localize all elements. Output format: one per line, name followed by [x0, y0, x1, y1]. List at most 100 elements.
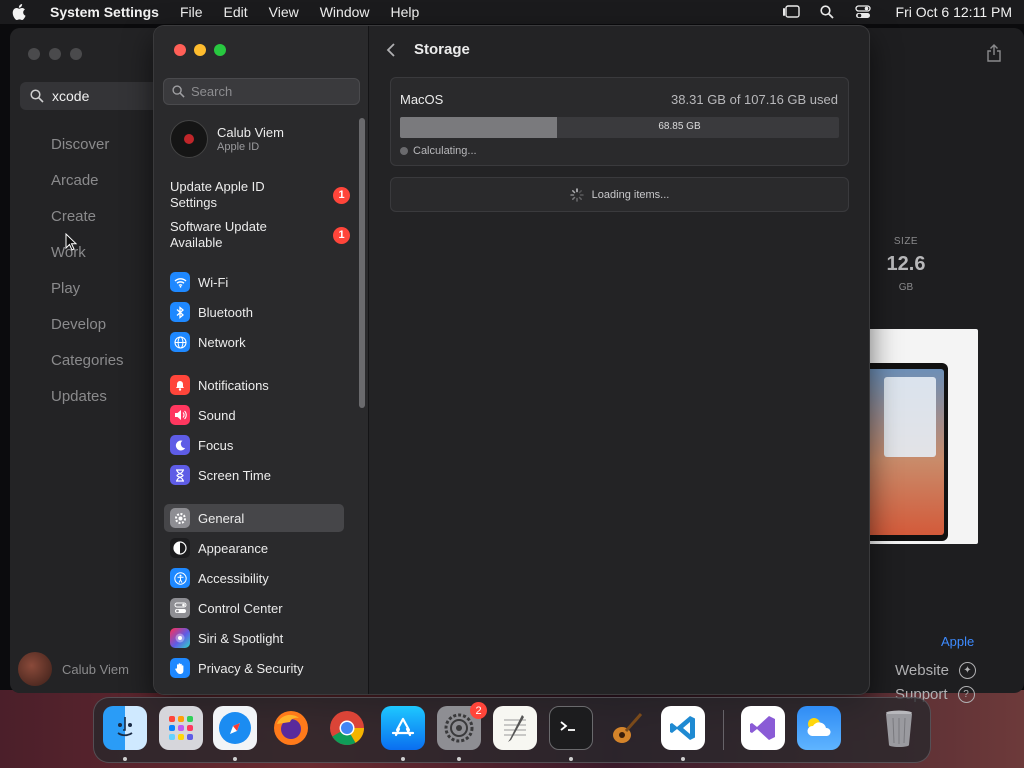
sidebar-item-wifi[interactable]: Wi-Fi	[164, 268, 344, 296]
sidebar-item-label: Screen Time	[198, 467, 271, 483]
apple-menu-icon[interactable]	[12, 4, 28, 20]
menu-clock[interactable]: Fri Oct 6 12:11 PM	[896, 4, 1012, 20]
sidebar-item-notifications[interactable]: Notifications	[164, 371, 344, 399]
visual-studio-icon	[750, 716, 775, 740]
sidebar-item-label: Accessibility	[198, 570, 269, 586]
dock-chrome[interactable]	[325, 706, 369, 750]
running-indicator	[123, 757, 127, 761]
question-icon: ?	[957, 686, 975, 703]
sidebar-item-accessibility[interactable]: Accessibility	[164, 564, 344, 592]
menu-app-name[interactable]: System Settings	[50, 4, 159, 20]
close-button[interactable]	[174, 44, 186, 56]
sidebar-item-bluetooth[interactable]: Bluetooth	[164, 298, 344, 326]
sidebar-item-screen-time[interactable]: Screen Time	[164, 461, 344, 489]
menu-help[interactable]: Help	[391, 4, 420, 20]
bluetooth-icon	[170, 302, 190, 322]
website-link[interactable]: Website ✦	[895, 662, 976, 679]
nav-discover[interactable]: Discover	[51, 134, 124, 170]
sidebar-item-sound[interactable]: Sound	[164, 401, 344, 429]
spotlight-search-icon[interactable]	[818, 5, 836, 19]
running-indicator	[569, 757, 573, 761]
dock-launchpad[interactable]	[159, 706, 203, 750]
app-store-user-name: Calub Viem	[62, 661, 129, 677]
zoom-button[interactable]	[214, 44, 226, 56]
update-apple-id-alert[interactable]: Update Apple ID Settings 1	[170, 179, 350, 211]
storage-free-text: 68.85 GB	[658, 121, 701, 132]
sidebar-scrollbar[interactable]	[359, 118, 365, 408]
dock-garageband[interactable]	[605, 706, 649, 750]
minimize-button[interactable]	[49, 48, 61, 60]
share-icon[interactable]	[986, 44, 1002, 62]
minimize-button[interactable]	[194, 44, 206, 56]
sidebar-item-label: Network	[198, 334, 246, 350]
sidebar-item-label: Control Center	[198, 600, 283, 616]
back-chevron-icon[interactable]	[386, 42, 398, 58]
safari-icon	[219, 712, 251, 744]
website-label: Website	[895, 662, 949, 679]
content-header: Storage	[386, 41, 470, 58]
nav-play[interactable]: Play	[51, 278, 124, 314]
dock-terminal[interactable]	[549, 706, 593, 750]
nav-updates[interactable]: Updates	[51, 386, 124, 422]
apple-id-account[interactable]: Calub Viem Apple ID	[170, 120, 284, 158]
sidebar-item-label: Privacy & Security	[198, 660, 304, 676]
gear-icon	[170, 508, 190, 528]
menu-view[interactable]: View	[269, 4, 299, 20]
storage-status: Calculating...	[400, 145, 477, 157]
notification-badge: 1	[333, 186, 350, 204]
mouse-cursor-icon	[65, 233, 77, 251]
app-store-search-field[interactable]: xcode	[20, 82, 170, 110]
sidebar-item-network[interactable]: Network	[164, 328, 344, 356]
sidebar-item-privacy-security[interactable]: Privacy & Security	[164, 654, 344, 682]
nav-develop[interactable]: Develop	[51, 314, 124, 350]
app-store-account[interactable]: Calub Viem	[18, 652, 129, 686]
sidebar-item-siri-spotlight[interactable]: Siri & Spotlight	[164, 624, 344, 652]
menu-window[interactable]: Window	[320, 4, 370, 20]
app-store-icon	[391, 717, 415, 737]
dock-safari[interactable]	[213, 706, 257, 750]
system-settings-window: Calub Viem Apple ID Update Apple ID Sett…	[154, 26, 869, 694]
sidebar-item-focus[interactable]: Focus	[164, 431, 344, 459]
nav-work[interactable]: Work	[51, 242, 124, 278]
dock-trash[interactable]	[877, 706, 921, 750]
terminal-icon	[560, 721, 575, 731]
notification-badge: 2	[470, 702, 487, 719]
settings-search-field[interactable]	[163, 78, 360, 105]
dock-visual-studio[interactable]	[741, 706, 785, 750]
sidebar-item-general[interactable]: General	[164, 504, 344, 532]
menu-edit[interactable]: Edit	[224, 4, 248, 20]
sidebar-item-label: Siri & Spotlight	[198, 630, 284, 646]
moon-icon	[170, 435, 190, 455]
settings-search-input[interactable]	[191, 84, 351, 99]
app-store-nav: Discover Arcade Create Work Play Develop…	[51, 134, 124, 422]
compass-icon: ✦	[958, 662, 976, 679]
avatar	[170, 120, 208, 158]
running-indicator	[401, 757, 405, 761]
sidebar-item-control-center[interactable]: Control Center	[164, 594, 344, 622]
dock-vscode[interactable]	[661, 706, 705, 750]
app-screenshot-preview[interactable]	[868, 329, 978, 544]
nav-arcade[interactable]: Arcade	[51, 170, 124, 206]
dock-weather[interactable]	[797, 706, 841, 750]
control-center-icon[interactable]	[854, 5, 872, 19]
storage-volume-card: MacOS 38.31 GB of 107.16 GB used 68.85 G…	[390, 77, 849, 166]
nav-create[interactable]: Create	[51, 206, 124, 242]
menu-file[interactable]: File	[180, 4, 203, 20]
app-store-window-controls	[28, 48, 82, 60]
alert-label: Update Apple ID Settings	[170, 179, 265, 210]
dock-finder[interactable]	[103, 706, 147, 750]
launchpad-icon	[169, 716, 193, 740]
stage-manager-icon[interactable]	[782, 5, 800, 19]
developer-link[interactable]: Apple	[941, 634, 974, 649]
sidebar-item-appearance[interactable]: Appearance	[164, 534, 344, 562]
dock-app-store[interactable]	[381, 706, 425, 750]
dock-textedit[interactable]	[493, 706, 537, 750]
nav-categories[interactable]: Categories	[51, 350, 124, 386]
storage-usage-bar[interactable]: 68.85 GB	[400, 117, 839, 138]
close-button[interactable]	[28, 48, 40, 60]
dock-firefox[interactable]	[269, 706, 313, 750]
notification-badge: 1	[333, 226, 350, 244]
software-update-alert[interactable]: Software Update Available 1	[170, 219, 350, 251]
zoom-button[interactable]	[70, 48, 82, 60]
running-indicator	[233, 757, 237, 761]
